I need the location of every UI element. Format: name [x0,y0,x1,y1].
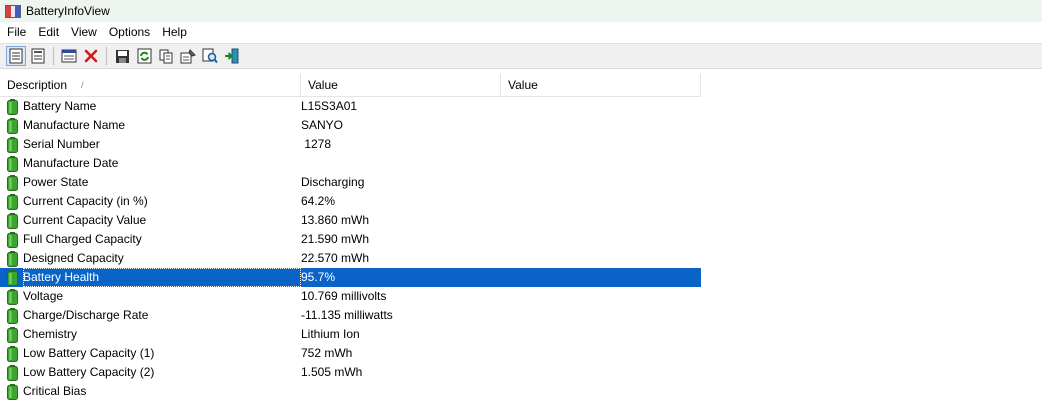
row-value: 64.2% [301,194,336,208]
battery-icon [7,212,18,229]
row-description: Critical Bias [23,384,87,398]
row-description: Manufacture Name [23,118,126,132]
save-icon[interactable] [112,46,132,66]
battery-icon [7,155,18,172]
list-header: Description / Value Value [0,74,701,97]
table-row[interactable]: Low Battery Capacity (2) 1.505 mWh [0,363,701,382]
row-description: Current Capacity Value [23,213,147,227]
row-description: Battery Health [23,268,301,287]
copy-icon[interactable] [156,46,176,66]
row-description: Low Battery Capacity (1) [23,346,155,360]
row-description: Manufacture Date [23,156,119,170]
row-value: 21.590 mWh [301,232,370,246]
table-row[interactable]: Low Battery Capacity (1) 752 mWh [0,344,701,363]
row-description: Voltage [23,289,64,303]
battery-icon [7,269,18,286]
table-row[interactable]: Chemistry Lithium Ion [0,325,701,344]
properties-window-icon[interactable] [59,46,79,66]
table-row[interactable]: Manufacture Name SANYO [0,116,701,135]
row-value: L15S3A01 [301,99,358,113]
column-header-label: Value [508,78,538,92]
battery-icon [7,193,18,210]
table-row[interactable]: Current Capacity Value 13.860 mWh [0,211,701,230]
menu-edit[interactable]: Edit [32,22,65,42]
battery-icon [7,288,18,305]
menu-options[interactable]: Options [103,22,156,42]
column-header-value[interactable]: Value [301,74,501,96]
row-value: SANYO [301,118,344,132]
battery-icon [7,117,18,134]
row-description: Low Battery Capacity (2) [23,365,155,379]
battery-icon [7,383,18,400]
row-value: Discharging [301,175,365,189]
table-row[interactable]: Critical Bias [0,382,701,401]
menu-file[interactable]: File [0,22,32,42]
table-row[interactable]: Serial Number 1278 [0,135,701,154]
row-description: Designed Capacity [23,251,124,265]
app-icon [5,4,21,18]
table-row[interactable]: Voltage 10.769 millivolts [0,287,701,306]
row-description: Power State [23,175,89,189]
delete-icon[interactable] [81,46,101,66]
row-description: Serial Number [23,137,100,151]
menu-help[interactable]: Help [156,22,193,42]
row-value: 10.769 millivolts [301,289,387,303]
table-row[interactable]: Designed Capacity 22.570 mWh [0,249,701,268]
row-value: 1.505 mWh [301,365,363,379]
toolbar-separator [106,47,107,65]
battery-icon [7,98,18,115]
list-rows: Battery Name L15S3A01 Manufacture Name SANY… [0,97,701,401]
row-description: Chemistry [23,327,78,341]
table-row[interactable]: Power State Discharging [0,173,701,192]
row-description: Full Charged Capacity [23,232,142,246]
toolbar-separator [53,47,54,65]
view-list-icon[interactable] [6,46,26,66]
row-value: 13.860 mWh [301,213,370,227]
row-value: -11.135 milliwatts [301,308,393,322]
toolbar [0,43,1042,69]
sort-indicator-icon: / [81,80,84,90]
battery-icon [7,231,18,248]
refresh-icon[interactable] [134,46,154,66]
battery-icon [7,345,18,362]
column-header-description[interactable]: Description / [0,74,301,96]
title-bar: BatteryInfoView [0,0,1042,22]
battery-icon [7,364,18,381]
row-description: Charge/Discharge Rate [23,308,149,322]
table-row[interactable]: Charge/Discharge Rate -11.135 milliwatts [0,306,701,325]
menu-bar: File Edit View Options Help [0,22,1042,42]
battery-icon [7,136,18,153]
table-row[interactable]: Full Charged Capacity 21.590 mWh [0,230,701,249]
column-header-label: Value [308,78,338,92]
table-row[interactable]: Manufacture Date [0,154,701,173]
row-value: 22.570 mWh [301,251,370,265]
exit-icon[interactable] [222,46,242,66]
row-value: Lithium Ion [301,327,360,341]
row-value: 1278 [301,137,332,151]
properties-icon[interactable] [178,46,198,66]
window-title: BatteryInfoView [26,4,110,18]
table-row[interactable]: Battery Name L15S3A01 [0,97,701,116]
column-header-value-2[interactable]: Value [501,74,701,96]
row-description: Battery Name [23,99,97,113]
battery-info-list[interactable]: Description / Value Value Battery Name L1… [0,72,1042,405]
column-header-label: Description [7,78,68,92]
battery-icon [7,174,18,191]
menu-view[interactable]: View [65,22,103,42]
battery-icon [7,326,18,343]
row-value: 95.7% [301,270,336,284]
table-row[interactable]: Battery Health 95.7% [0,268,701,287]
view-report-icon[interactable] [28,46,48,66]
row-description: Current Capacity (in %) [23,194,148,208]
battery-icon [7,307,18,324]
find-icon[interactable] [200,46,220,66]
battery-icon [7,250,18,267]
row-value: 752 mWh [301,346,353,360]
table-row[interactable]: Current Capacity (in %) 64.2% [0,192,701,211]
